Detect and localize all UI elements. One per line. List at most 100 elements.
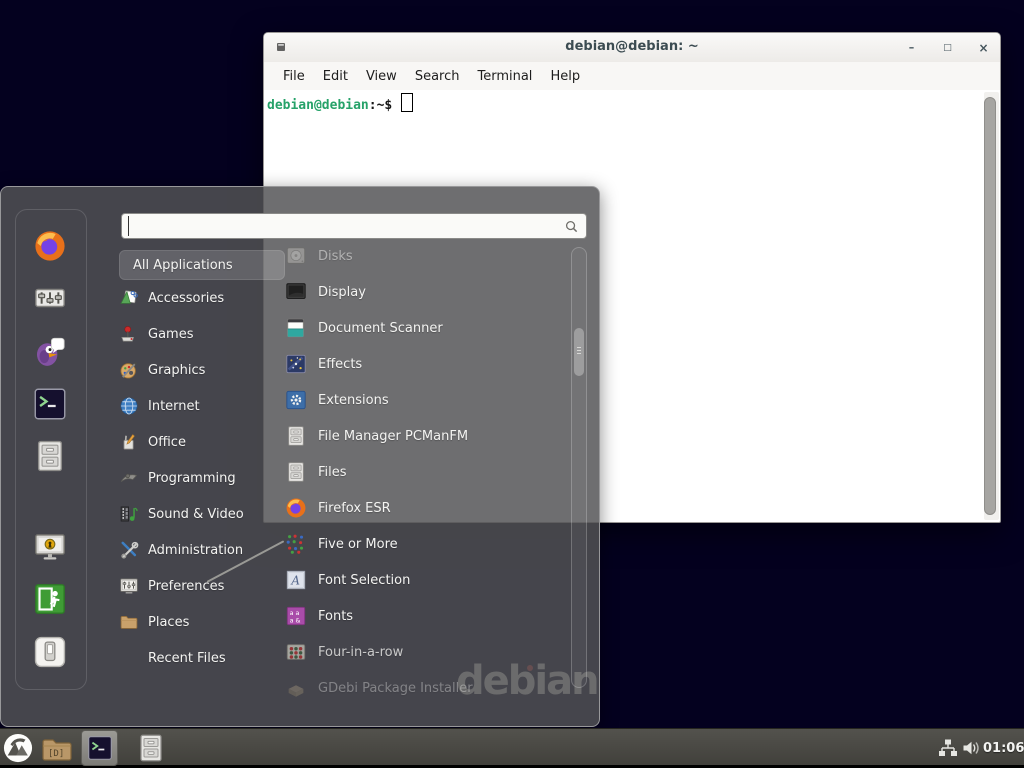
applications-menu-button[interactable] xyxy=(3,733,33,763)
category-graphics[interactable]: Graphics xyxy=(119,352,285,388)
category-games[interactable]: Games xyxy=(119,316,285,352)
app-item-four-in-a-row[interactable]: Four-in-a-row xyxy=(285,634,571,670)
minimize-button[interactable]: – xyxy=(905,41,918,54)
menu-terminal[interactable]: Terminal xyxy=(468,69,541,84)
category-recent-files[interactable]: Recent Files xyxy=(119,640,285,676)
category-sound-video[interactable]: Sound & Video xyxy=(119,496,285,532)
category-administration[interactable]: Administration xyxy=(119,532,285,568)
maximize-button[interactable]: □ xyxy=(941,43,954,53)
svg-text:[D]: [D] xyxy=(48,749,64,759)
app-item-display[interactable]: Display xyxy=(285,274,571,310)
window-title: debian@debian: ~ xyxy=(264,39,1000,54)
clock[interactable]: 01:06 xyxy=(983,741,1024,756)
sound-video-icon xyxy=(119,504,139,524)
category-places[interactable]: Places xyxy=(119,604,285,640)
app-item-firefox-esr[interactable]: Firefox ESR xyxy=(285,490,571,526)
app-label: Document Scanner xyxy=(318,321,443,336)
favorite-pidgin[interactable] xyxy=(33,334,67,368)
svg-text:a &: a & xyxy=(290,616,301,624)
disks-icon xyxy=(285,245,307,267)
category-preferences[interactable]: Preferences xyxy=(119,568,285,604)
games-icon xyxy=(119,324,139,344)
gdebi-icon xyxy=(285,677,307,699)
graphics-icon xyxy=(119,360,139,380)
category-label: Internet xyxy=(148,399,200,414)
app-label: Font Selection xyxy=(318,573,410,588)
category-all-applications[interactable]: All Applications xyxy=(119,250,285,280)
category-label: Office xyxy=(148,435,186,450)
app-label: Effects xyxy=(318,357,362,372)
category-label: Places xyxy=(148,615,189,630)
app-item-file-manager-pcmanfm[interactable]: File Manager PCManFM xyxy=(285,418,571,454)
lock-screen-button[interactable] xyxy=(33,530,67,564)
fontselection-icon: A xyxy=(285,569,307,591)
category-label: Preferences xyxy=(148,579,224,594)
app-item-document-scanner[interactable]: Document Scanner xyxy=(285,310,571,346)
shut-down-button[interactable] xyxy=(33,635,67,669)
app-label: Four-in-a-row xyxy=(318,645,403,660)
network-icon[interactable] xyxy=(938,738,958,758)
menu-search[interactable]: Search xyxy=(406,69,469,84)
app-item-gdebi-package-installer[interactable]: GDebi Package Installer xyxy=(285,670,571,706)
app-item-effects[interactable]: Effects xyxy=(285,346,571,382)
category-label: Accessories xyxy=(148,291,224,306)
favorite-volume-mixer[interactable] xyxy=(33,281,67,315)
close-button[interactable]: × xyxy=(977,41,990,55)
terminal-taskbar-button[interactable] xyxy=(81,730,118,766)
app-item-disks[interactable]: Disks xyxy=(285,238,571,274)
favorite-firefox[interactable] xyxy=(33,229,67,263)
category-label: Games xyxy=(148,327,193,342)
category-programming[interactable]: Programming xyxy=(119,460,285,496)
category-label: Recent Files xyxy=(148,651,226,666)
menu-help[interactable]: Help xyxy=(541,69,589,84)
app-list-scrollbar-track[interactable] xyxy=(571,247,587,688)
prompt-path: :~$ xyxy=(369,98,392,113)
extensions-icon xyxy=(285,389,307,411)
category-label: Administration xyxy=(148,543,243,558)
category-office[interactable]: Office xyxy=(119,424,285,460)
search-input[interactable] xyxy=(128,216,564,236)
menu-view[interactable]: View xyxy=(357,69,406,84)
app-item-extensions[interactable]: Extensions xyxy=(285,382,571,418)
app-item-files[interactable]: Files xyxy=(285,454,571,490)
terminal-titlebar[interactable]: debian@debian: ~ – □ × xyxy=(264,33,1000,63)
fonts-icon: a aa & xyxy=(285,605,307,627)
search-icon xyxy=(564,219,579,234)
applications-menu-popup: All Applications Accessories Games Graphics… xyxy=(0,186,600,727)
terminal-scrollbar-track[interactable] xyxy=(984,92,999,520)
window-controls: – □ × xyxy=(905,33,990,62)
app-item-five-or-more[interactable]: Five or More xyxy=(285,526,571,562)
app-label: Files xyxy=(318,465,347,480)
app-list-scrollbar-thumb[interactable] xyxy=(574,328,584,376)
cabinet-icon xyxy=(285,425,307,447)
docscanner-icon xyxy=(285,317,307,339)
places-icon xyxy=(119,612,139,632)
svg-text:A: A xyxy=(290,574,300,588)
scrollbar-grip xyxy=(577,347,581,356)
terminal-menubar: FileEditViewSearchTerminalHelp xyxy=(264,62,1000,90)
app-item-font-selection[interactable]: A Font Selection xyxy=(285,562,571,598)
office-icon xyxy=(119,432,139,452)
file-manager-button[interactable] xyxy=(136,733,166,763)
volume-icon[interactable] xyxy=(961,738,981,758)
taskbar: [D] 01:06 xyxy=(0,728,1024,768)
category-internet[interactable]: Internet xyxy=(119,388,285,424)
app-label: Five or More xyxy=(318,537,398,552)
administration-icon xyxy=(119,540,139,560)
category-accessories[interactable]: Accessories xyxy=(119,280,285,316)
terminal-icon xyxy=(87,735,113,761)
favorite-terminal[interactable] xyxy=(33,387,67,421)
terminal-scrollbar-thumb[interactable] xyxy=(984,97,996,515)
firefox-icon xyxy=(285,497,307,519)
favorite-file-manager[interactable] xyxy=(33,439,67,473)
prompt-user-host: debian@debian xyxy=(267,98,369,113)
app-label: Firefox ESR xyxy=(318,501,391,516)
fourinarow-icon xyxy=(285,641,307,663)
menu-file[interactable]: File xyxy=(274,69,314,84)
terminal-prompt: debian@debian:~$ xyxy=(267,93,413,136)
app-label: Fonts xyxy=(318,609,353,624)
log-out-button[interactable] xyxy=(33,582,67,616)
desktop-folder-button[interactable]: [D] xyxy=(40,733,72,765)
menu-edit[interactable]: Edit xyxy=(314,69,357,84)
app-item-fonts[interactable]: a aa & Fonts xyxy=(285,598,571,634)
